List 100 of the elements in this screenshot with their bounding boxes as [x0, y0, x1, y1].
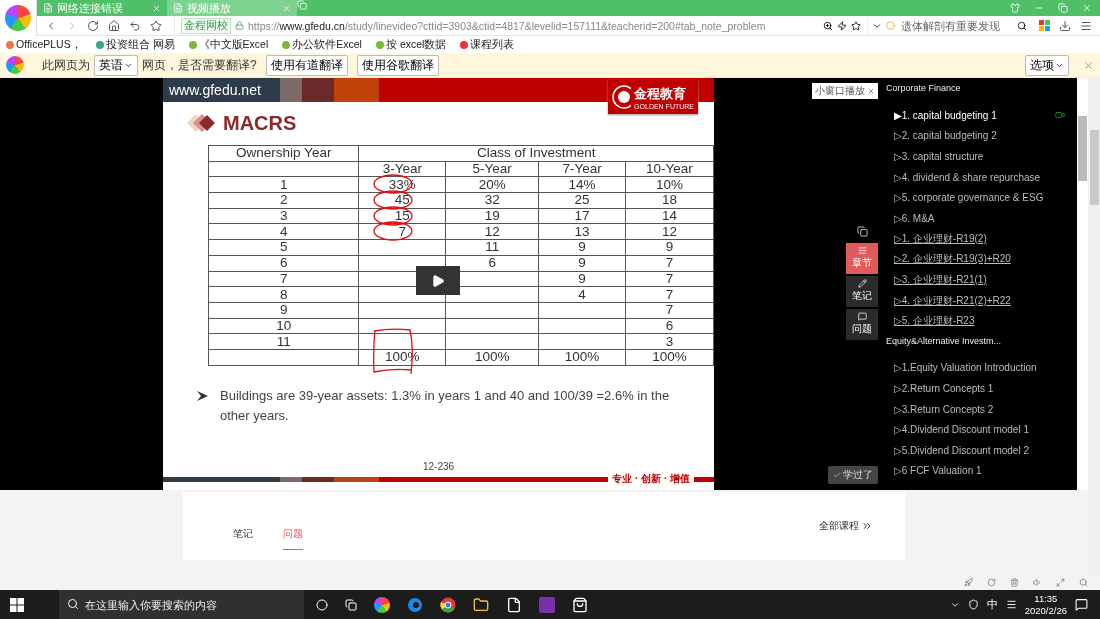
chapter-title: Corporate Finance — [886, 83, 962, 94]
scrollbar[interactable] — [1088, 78, 1100, 575]
table-cell: 25 — [574, 192, 590, 208]
table-cell: 3 — [279, 208, 288, 224]
lesson-link[interactable]: ▷6 FCF Valuation 1 — [894, 465, 982, 477]
translate-button[interactable]: 使用谷歌翻译 — [356, 54, 439, 76]
table-cell: 32 — [484, 192, 500, 208]
bookmark-link[interactable]: 办公软件Excel — [282, 37, 362, 52]
lesson-link[interactable]: ▷4. dividend & share repurchase — [894, 171, 1041, 183]
lesson-link[interactable]: ▶1. capital budgeting 1 — [894, 109, 997, 121]
table-cell: 5 — [279, 239, 288, 255]
table-cell: 9 — [665, 239, 674, 255]
bookmark-link[interactable]: 课程列表 — [460, 37, 515, 52]
search-icon[interactable] — [1017, 20, 1027, 31]
close-icon[interactable] — [867, 87, 875, 95]
table-cell: 14% — [568, 176, 596, 192]
table-cell: 100% — [474, 349, 510, 365]
all-courses-link[interactable]: 全部课程 — [819, 519, 873, 533]
apps-icon[interactable] — [1039, 19, 1050, 31]
table-cell: 10 — [276, 317, 292, 333]
star-icon[interactable] — [851, 20, 861, 31]
notification-icon[interactable] — [1075, 598, 1088, 611]
table-cell: 6 — [279, 255, 288, 271]
table-cell: 11 — [485, 239, 500, 255]
lesson-link[interactable]: ▷5. corporate governance & ESG — [894, 192, 1044, 204]
lesson-link[interactable]: ▷3.Return Concepts 2 — [894, 403, 994, 415]
table-header: Ownership Year — [208, 145, 359, 162]
content-tab[interactable]: 笔记 — [233, 516, 253, 550]
table-cell: 7 — [398, 223, 407, 239]
file-icon[interactable] — [506, 596, 522, 613]
undo-icon[interactable] — [129, 19, 141, 32]
timeline-icon[interactable] — [345, 598, 357, 611]
side-panel-button[interactable]: 章节 — [846, 242, 878, 274]
table-cell: 9 — [578, 270, 586, 286]
translate-prompt: 此网页为 — [42, 56, 90, 74]
translate-button[interactable]: 使用有道翻译 — [265, 54, 348, 76]
lesson-link[interactable]: ▷4.Dividend Discount model 1 — [894, 424, 1029, 436]
side-panel-button[interactable]: 问题 — [846, 308, 878, 340]
options-dropdown[interactable]: 选项 — [1025, 54, 1069, 76]
table-cell: 1 — [279, 176, 288, 192]
table-cell: 7 — [665, 286, 674, 302]
table-cell: 13 — [574, 223, 590, 239]
scrollbar[interactable] — [1077, 78, 1088, 490]
seal-icon — [612, 85, 632, 109]
bookmark-link[interactable]: 按 excel数据 — [375, 37, 447, 52]
table-cell: 14 — [661, 208, 677, 224]
mark-learned-button[interactable]: 学过了 — [828, 466, 878, 484]
lesson-link[interactable]: ▷2. 企业理财-R19(3)+R20 — [894, 252, 1011, 267]
language-dropdown[interactable]: 英语 — [94, 54, 138, 76]
table-header: 10-Year — [646, 161, 693, 177]
footer-stripe — [694, 476, 714, 482]
table-cell: 15 — [394, 208, 410, 224]
table-cell: 4 — [578, 286, 586, 302]
mini-window-button[interactable]: 小窗口播放 — [812, 83, 878, 99]
clock[interactable]: 11:35 2020/2/26 — [1024, 592, 1067, 617]
table-cell: 8 — [279, 286, 288, 302]
browser-logo-icon[interactable] — [374, 596, 390, 613]
download-icon[interactable] — [1059, 19, 1071, 32]
star-icon[interactable] — [150, 19, 162, 32]
store-icon[interactable] — [572, 596, 588, 613]
lesson-link[interactable]: ▷3. capital structure — [894, 151, 984, 162]
video-icon — [1055, 110, 1065, 121]
lesson-link[interactable]: ▷3. 企业理财-R21(1) — [894, 273, 987, 288]
taskbar-search-field[interactable]: 在这里输入你要搜索的内容 — [59, 590, 304, 619]
table-cell: 7 — [665, 255, 674, 271]
folder-icon[interactable] — [473, 596, 489, 613]
lesson-link[interactable]: ▷1.Equity Valuation Introduction — [894, 362, 1037, 374]
browser-logo-icon — [6, 56, 24, 74]
side-panel-button[interactable]: 笔记 — [846, 275, 878, 307]
site-name: www.gfedu.net — [163, 78, 280, 102]
zoom-icon[interactable] — [823, 20, 833, 31]
task-view-icon[interactable] — [316, 598, 328, 611]
table-cell: 19 — [484, 208, 500, 224]
reload-icon[interactable] — [87, 19, 99, 32]
address-field[interactable]: 金程网校 https://www.gfedu.cn/study/linevideo?cttid=3903&ctid=4817&levelid=157111&teacherid=200#tab_note_problem — [174, 15, 868, 36]
lightning-icon[interactable] — [837, 20, 847, 31]
lesson-link[interactable]: ▷5. 企业理财-R23 — [894, 314, 975, 329]
lesson-link[interactable]: ▷6. M&A — [894, 212, 935, 224]
table-cell: 12 — [484, 223, 500, 239]
table-header: 7-Year — [562, 161, 602, 177]
windows-start-icon[interactable] — [10, 597, 24, 612]
table-cell: 7 — [665, 270, 674, 286]
shield-icon[interactable] — [967, 599, 979, 610]
home-icon[interactable] — [108, 19, 120, 32]
refresh-icon[interactable] — [987, 578, 996, 587]
play-button[interactable] — [416, 266, 460, 295]
bookmark-link[interactable]: OfficePLUS， — [6, 37, 82, 52]
rocket-icon[interactable] — [964, 578, 973, 587]
input-method-indicator[interactable]: 中 — [986, 597, 998, 612]
popout-icon[interactable] — [856, 225, 868, 237]
content-tab[interactable]: 问题 — [283, 516, 303, 550]
bookmark-link[interactable]: 投资组合 网易 — [95, 37, 175, 52]
lesson-link[interactable]: ▷2.Return Concepts 1 — [894, 382, 994, 394]
menu-icon[interactable] — [1080, 19, 1092, 32]
bookmark-link[interactable]: 《中文版Excel — [188, 37, 269, 52]
lesson-link[interactable]: ▷1. 企业理财-R19(2) — [894, 231, 987, 246]
lesson-link[interactable]: ▷4. 企业理财-R21(2)+R22 — [894, 293, 1011, 308]
trash-icon[interactable] — [1010, 578, 1019, 587]
lesson-link[interactable]: ▷5.Dividend Discount model 2 — [894, 444, 1029, 456]
lesson-link[interactable]: ▷2. capital budgeting 2 — [894, 130, 997, 142]
